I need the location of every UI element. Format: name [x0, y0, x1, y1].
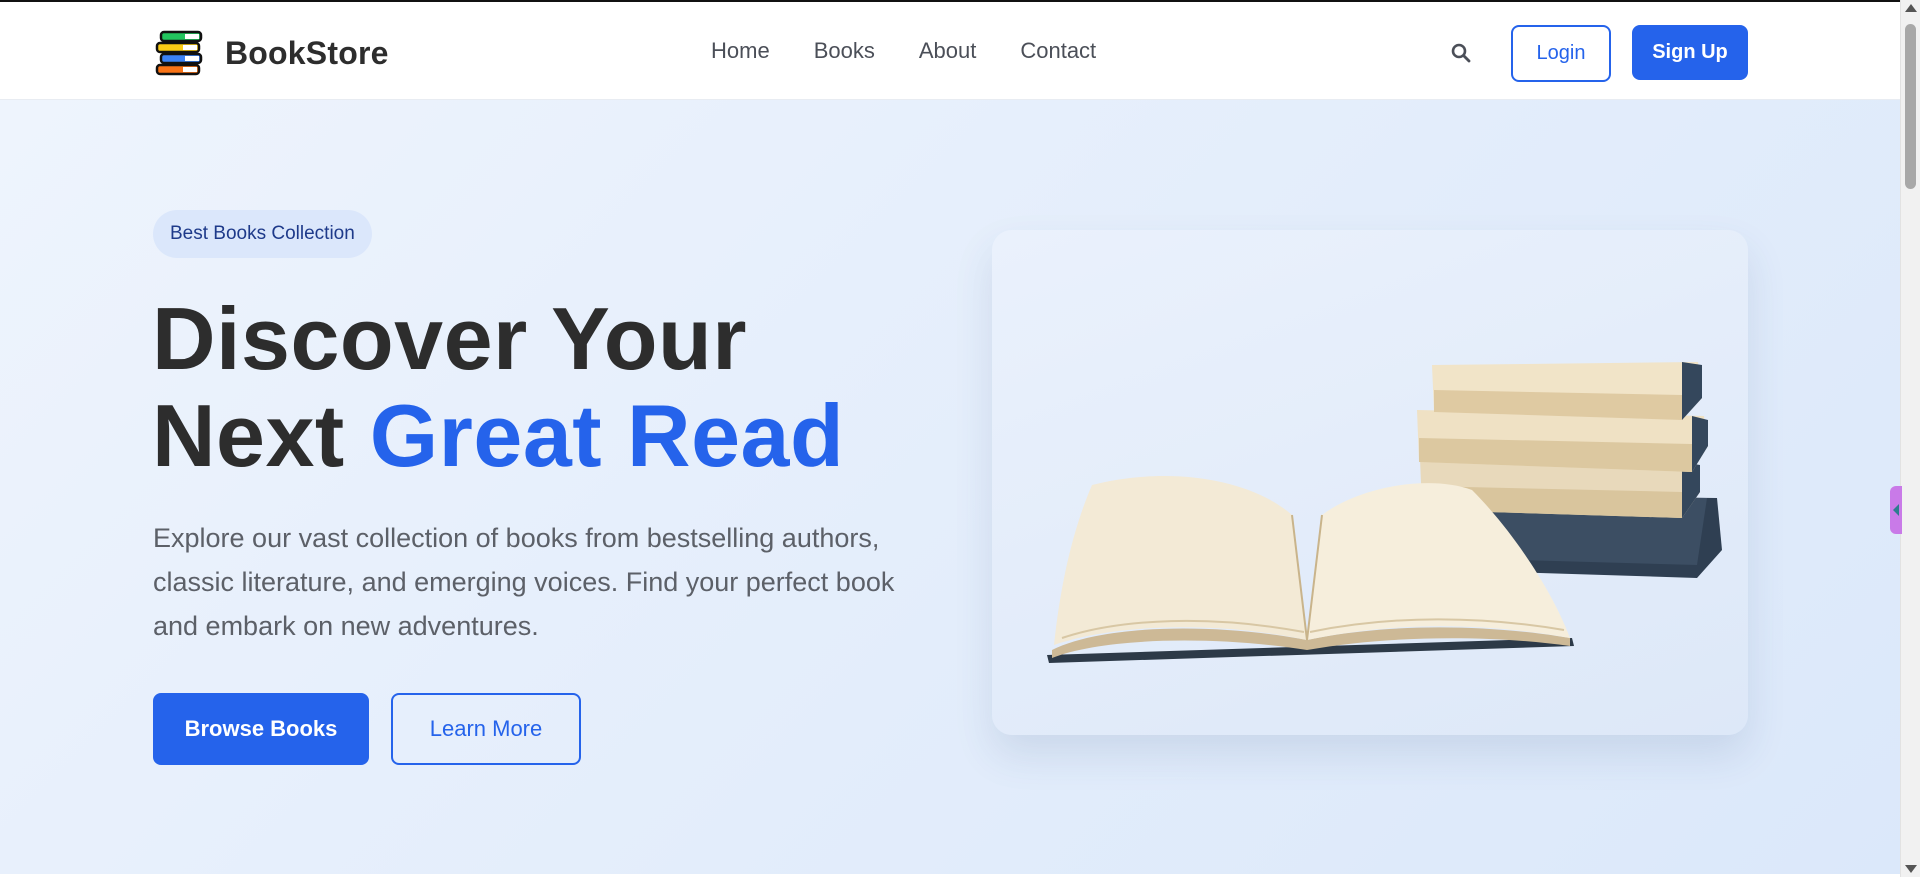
hero-image-card: [992, 230, 1748, 735]
hero-description: Explore our vast collection of books fro…: [153, 523, 895, 641]
book-stack-icon: [155, 30, 203, 76]
site-header: BookStore Home Books About Contact Login…: [0, 2, 1900, 100]
scrollbar-thumb[interactable]: [1905, 24, 1916, 189]
collection-badge: Best Books Collection: [153, 210, 372, 258]
learn-more-button[interactable]: Learn More: [391, 693, 581, 765]
brand-name: BookStore: [225, 34, 389, 71]
nav-item-books[interactable]: Books: [814, 38, 875, 64]
scroll-down-arrow-icon[interactable]: [1905, 865, 1917, 873]
signup-button[interactable]: Sign Up: [1632, 25, 1748, 80]
search-icon[interactable]: [1450, 42, 1472, 64]
headline-accent: Great Read: [369, 386, 845, 485]
side-panel-toggle[interactable]: [1890, 486, 1902, 534]
browse-books-button[interactable]: Browse Books: [153, 693, 369, 765]
page-scrollbar[interactable]: [1900, 0, 1920, 877]
nav-item-contact[interactable]: Contact: [1020, 38, 1096, 64]
hero-section: Best Books Collection Discover Your Next…: [0, 100, 1900, 874]
nav-item-about[interactable]: About: [919, 38, 977, 64]
scroll-up-arrow-icon[interactable]: [1905, 4, 1917, 12]
hero-headline: Discover Your Next Great Read: [152, 290, 844, 484]
nav-item-home[interactable]: Home: [711, 38, 770, 64]
headline-line1: Discover Your: [152, 289, 748, 388]
login-button[interactable]: Login: [1511, 25, 1611, 82]
headline-line2-plain: Next: [152, 386, 345, 485]
open-book-and-stack-illustration: [1047, 362, 1722, 663]
brand[interactable]: BookStore: [153, 29, 389, 77]
main-nav: Home Books About Contact: [711, 38, 1096, 64]
